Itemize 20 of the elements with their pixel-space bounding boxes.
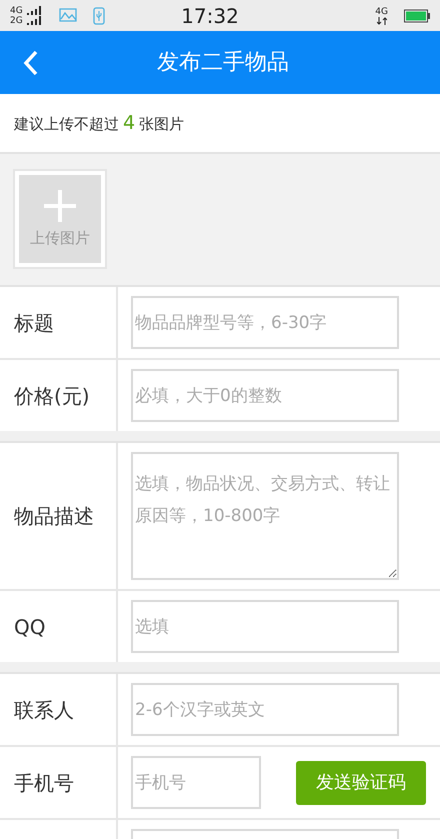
upload-notice: 建议上传不超过 4 张图片 [14, 110, 184, 136]
field-label: 价格(元) [14, 382, 90, 410]
network-label: 4G [375, 6, 388, 16]
field-label: 手机号 [14, 770, 74, 796]
status-time: 17:32 [180, 2, 240, 30]
input-field[interactable]: 选填 [131, 600, 399, 653]
field-label: 标题 [14, 310, 54, 336]
network-label: 2G [10, 16, 23, 26]
field-label: 联系人 [14, 696, 74, 724]
input-field[interactable]: 物品品牌型号等，6-30字 [131, 296, 399, 349]
input-field[interactable]: 手机号 [131, 756, 261, 809]
field-label: QQ [14, 614, 46, 640]
text-area[interactable]: 选填，物品状况、交易方式、转让原因等，10-800字 [131, 452, 399, 580]
send-code-button[interactable]: 发送验证码 [296, 760, 426, 804]
page-title: 发布二手物品 [156, 49, 290, 77]
upload-image-button[interactable]: 上传图片 [13, 169, 107, 269]
field-label: 物品描述 [14, 503, 94, 530]
input-field[interactable]: 必填，大于0的整数 [131, 369, 399, 422]
network-label: 4G [10, 6, 23, 16]
input-field[interactable]: 2-6个汉字或英文 [131, 683, 399, 736]
